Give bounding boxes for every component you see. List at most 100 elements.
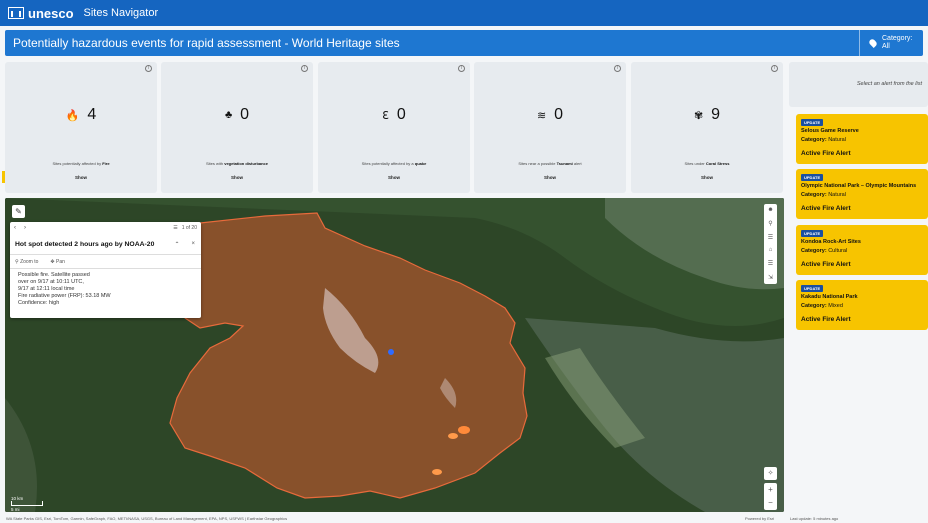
alert-status: Active Fire Alert [801, 150, 851, 157]
zoom-out-button[interactable]: − [764, 496, 777, 509]
zoom-to-button[interactable]: ⚲ Zoom to [15, 259, 38, 265]
alert-card[interactable]: UPDATE Kakadu National Park Category: Mi… [796, 280, 928, 330]
pan-button[interactable]: ✥ Pan [50, 259, 65, 265]
last-update: Last update: 5 minutes ago [790, 516, 839, 521]
tsunami-count: 0 [554, 106, 564, 123]
logo-text: unesco [28, 5, 74, 21]
alert-status: Active Fire Alert [801, 261, 851, 268]
collapse-icon[interactable]: ⌃ [174, 241, 179, 248]
show-button[interactable]: Show [318, 175, 470, 180]
stat-card-fire: i 🔥 4 Sites potentially affected by Fire… [5, 62, 157, 193]
alert-site-name: Selous Game Reserve [801, 128, 859, 134]
coral-count: 9 [711, 106, 721, 123]
alert-site-name: Olympic National Park – Olympic Mountain… [801, 183, 917, 189]
hotspot-marker [432, 469, 442, 475]
stat-description: Sites potentially affected by a quake [361, 161, 427, 166]
list-icon[interactable]: ☰ [768, 234, 773, 241]
stat-card-coral: i ✾ 9 Sites under Coral Stress Show [631, 62, 783, 193]
category-value: All [882, 43, 890, 50]
show-button[interactable]: Show [474, 175, 626, 180]
expand-icon[interactable]: ⇲ [768, 274, 773, 281]
edit-tool-button[interactable]: ✎ [12, 205, 25, 218]
home-icon[interactable]: ⌂ [769, 247, 773, 253]
hotspot-marker [448, 433, 458, 439]
alert-card[interactable]: UPDATE Kondoa Rock-Art Sites Category: C… [796, 225, 928, 275]
layers-icon[interactable]: ☰ [768, 260, 773, 267]
next-icon[interactable]: › [24, 225, 26, 231]
app-root: unesco Sites Navigator Potentially hazar… [0, 0, 928, 523]
selected-indicator [2, 171, 5, 183]
alert-category: Category: Mixed [801, 303, 843, 309]
alert-status: Active Fire Alert [801, 316, 851, 323]
powered-by-link[interactable]: Powered by Esri [745, 516, 774, 521]
map-attribution: WA State Parks GIS, Esri, TomTom, Garmin… [6, 516, 288, 521]
zoom-in-button[interactable]: + [764, 483, 777, 496]
page-count: 1 of 20 [181, 225, 197, 231]
map-toolbar: ☻ ⚲ ☰ ⌂ ☰ ⇲ [764, 204, 777, 284]
zoom-control: + − [764, 483, 777, 510]
alert-category: Category: Cultural [801, 248, 848, 254]
seismic-icon: ℇ [382, 109, 389, 122]
compass-button[interactable]: ✧ [764, 467, 777, 480]
footer: WA State Parks GIS, Esri, TomTom, Garmin… [0, 514, 928, 523]
alert-details-panel: Select an alert from the list [789, 62, 928, 107]
popup-pager: ☰ 1 of 20 [173, 225, 197, 231]
flame-icon: 🔥 [65, 109, 80, 122]
close-icon[interactable]: × [191, 241, 195, 248]
search-icon[interactable]: ⚲ [768, 220, 772, 227]
selected-location-marker [388, 349, 394, 355]
info-icon[interactable]: i [771, 65, 778, 72]
stat-description: Sites under Coral Stress [684, 161, 730, 166]
alert-site-name: Kakadu National Park [801, 294, 858, 300]
stat-description: Sites with vegetation disturbance [205, 161, 269, 166]
info-icon[interactable]: i [301, 65, 308, 72]
update-badge: UPDATE [801, 285, 824, 292]
alert-site-name: Kondoa Rock-Art Sites [801, 239, 861, 245]
show-button[interactable]: Show [5, 175, 157, 180]
update-badge: UPDATE [801, 174, 824, 181]
dashboard-banner: Potentially hazardous events for rapid a… [5, 30, 923, 56]
user-icon[interactable]: ☻ [767, 207, 773, 213]
previous-icon[interactable]: ‹ [14, 225, 16, 231]
popup-navigation: ‹ › [14, 225, 26, 231]
popup-title: Hot spot detected 2 hours ago by NOAA-20 [15, 241, 155, 248]
scale-bar: 10 km 5 mi [11, 496, 43, 512]
update-badge: UPDATE [801, 119, 824, 126]
scale-mi: 5 mi [11, 507, 20, 512]
stat-card-vegetation: i ♣ 0 Sites with vegetation disturbance … [161, 62, 313, 193]
popup-content: Possible fire. Satellite passed over on … [18, 272, 111, 306]
show-button[interactable]: Show [631, 175, 783, 180]
alert-category: Category: Natural [801, 137, 846, 143]
coral-icon: ✾ [693, 109, 704, 122]
vegetation-icon: ♣ [224, 109, 233, 121]
alert-card[interactable]: UPDATE Selous Game Reserve Category: Nat… [796, 114, 928, 164]
zoom-icon: ⚲ [15, 259, 19, 265]
stat-card-tsunami: i ≋ 0 Sites near a possible Tsunami aler… [474, 62, 626, 193]
fire-count: 4 [87, 106, 97, 123]
alert-status: Active Fire Alert [801, 205, 851, 212]
dashboard-title: Potentially hazardous events for rapid a… [13, 36, 400, 50]
info-icon[interactable]: i [145, 65, 152, 72]
info-icon[interactable]: i [614, 65, 621, 72]
alert-category: Category: Natural [801, 192, 846, 198]
feature-popup: ‹ › ☰ 1 of 20 Hot spot detected 2 hours … [10, 222, 201, 318]
category-label: Category: [882, 35, 913, 42]
feature-list-icon[interactable]: ☰ [173, 225, 177, 231]
show-button[interactable]: Show [161, 175, 313, 180]
hotspot-marker [458, 426, 470, 434]
app-title: Sites Navigator [83, 7, 159, 19]
unesco-logo[interactable]: unesco [8, 6, 74, 21]
quake-count: 0 [396, 106, 406, 123]
vegetation-count: 0 [240, 106, 250, 123]
info-icon[interactable]: i [458, 65, 465, 72]
stat-card-quake: i ℇ 0 Sites potentially affected by a qu… [318, 62, 470, 193]
stat-description: Sites near a possible Tsunami alert [518, 161, 582, 166]
alert-card[interactable]: UPDATE Olympic National Park – Olympic M… [796, 169, 928, 219]
temple-icon [8, 7, 24, 19]
stat-description: Sites potentially affected by Fire [52, 161, 110, 166]
tsunami-icon: ≋ [536, 109, 547, 122]
pan-icon: ✥ [50, 259, 55, 265]
update-badge: UPDATE [801, 230, 824, 237]
alert-hint: Select an alert from the list [856, 81, 922, 87]
category-filter[interactable]: Category: All [859, 30, 923, 56]
